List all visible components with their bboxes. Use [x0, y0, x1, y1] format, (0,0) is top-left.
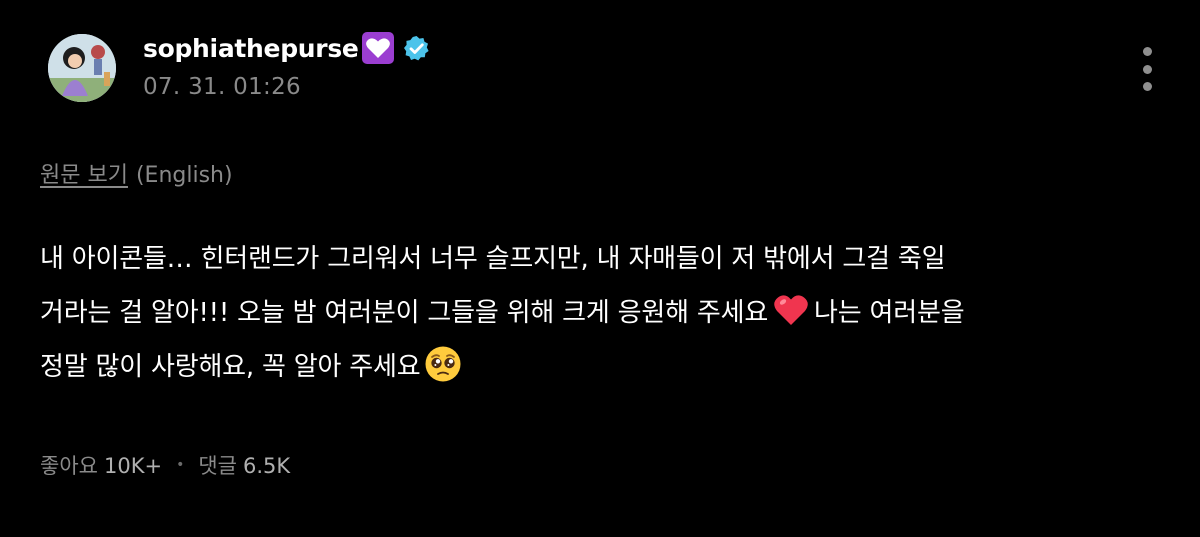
view-original-link[interactable]: 원문 보기: [40, 163, 128, 188]
post-body-text: 정말 많이 사랑해요, 꼭 알아 주세요: [40, 352, 421, 382]
post-body-line: 내 아이콘들… 힌터랜드가 그리워서 너무 슬프지만, 내 자매들이 저 밖에서…: [40, 244, 946, 274]
stats-row: 좋아요 10K+ • 댓글 6.5K: [40, 450, 290, 480]
purple-heart-box-emoji: [361, 31, 395, 65]
likes-stat[interactable]: 좋아요 10K+: [40, 450, 162, 480]
comments-count: 6.5K: [242, 454, 291, 478]
stats-separator: •: [176, 457, 185, 473]
original-language-label: (English): [135, 163, 233, 188]
post-body-text: 나는 여러분을: [814, 298, 965, 328]
more-dot: [1142, 47, 1152, 56]
post-card: sophiathepurse 07. 31. 01:26 원문 보기 (Engli…: [0, 0, 1200, 537]
likes-label: 좋아요: [40, 454, 98, 478]
post-body: 내 아이콘들… 힌터랜드가 그리워서 너무 슬프지만, 내 자매들이 저 밖에서…: [40, 232, 1170, 394]
avatar[interactable]: [48, 34, 116, 102]
red-heart-emoji: [772, 291, 810, 329]
username[interactable]: sophiathepurse: [143, 34, 359, 63]
comments-label: 댓글: [198, 454, 237, 478]
post-timestamp: 07. 31. 01:26: [143, 74, 301, 100]
more-vertical-icon[interactable]: [1133, 47, 1161, 91]
comments-stat[interactable]: 댓글 6.5K: [198, 450, 290, 480]
likes-count: 10K+: [103, 454, 163, 478]
pleading-face-emoji: [424, 345, 462, 383]
post-body-text: 거라는 걸 알아!!! 오늘 밤 여러분이 그들을 위해 크게 응원해 주세요: [40, 298, 769, 328]
verified-icon: [403, 35, 430, 62]
more-dot: [1142, 82, 1152, 91]
avatar-image: [48, 34, 116, 102]
post-body-line: 거라는 걸 알아!!! 오늘 밤 여러분이 그들을 위해 크게 응원해 주세요 나…: [40, 286, 1170, 340]
more-dot: [1142, 64, 1152, 74]
post-body-line: 정말 많이 사랑해요, 꼭 알아 주세요: [40, 340, 1170, 394]
translation-row: 원문 보기 (English): [40, 157, 233, 189]
author-line: sophiathepurse: [143, 30, 430, 66]
